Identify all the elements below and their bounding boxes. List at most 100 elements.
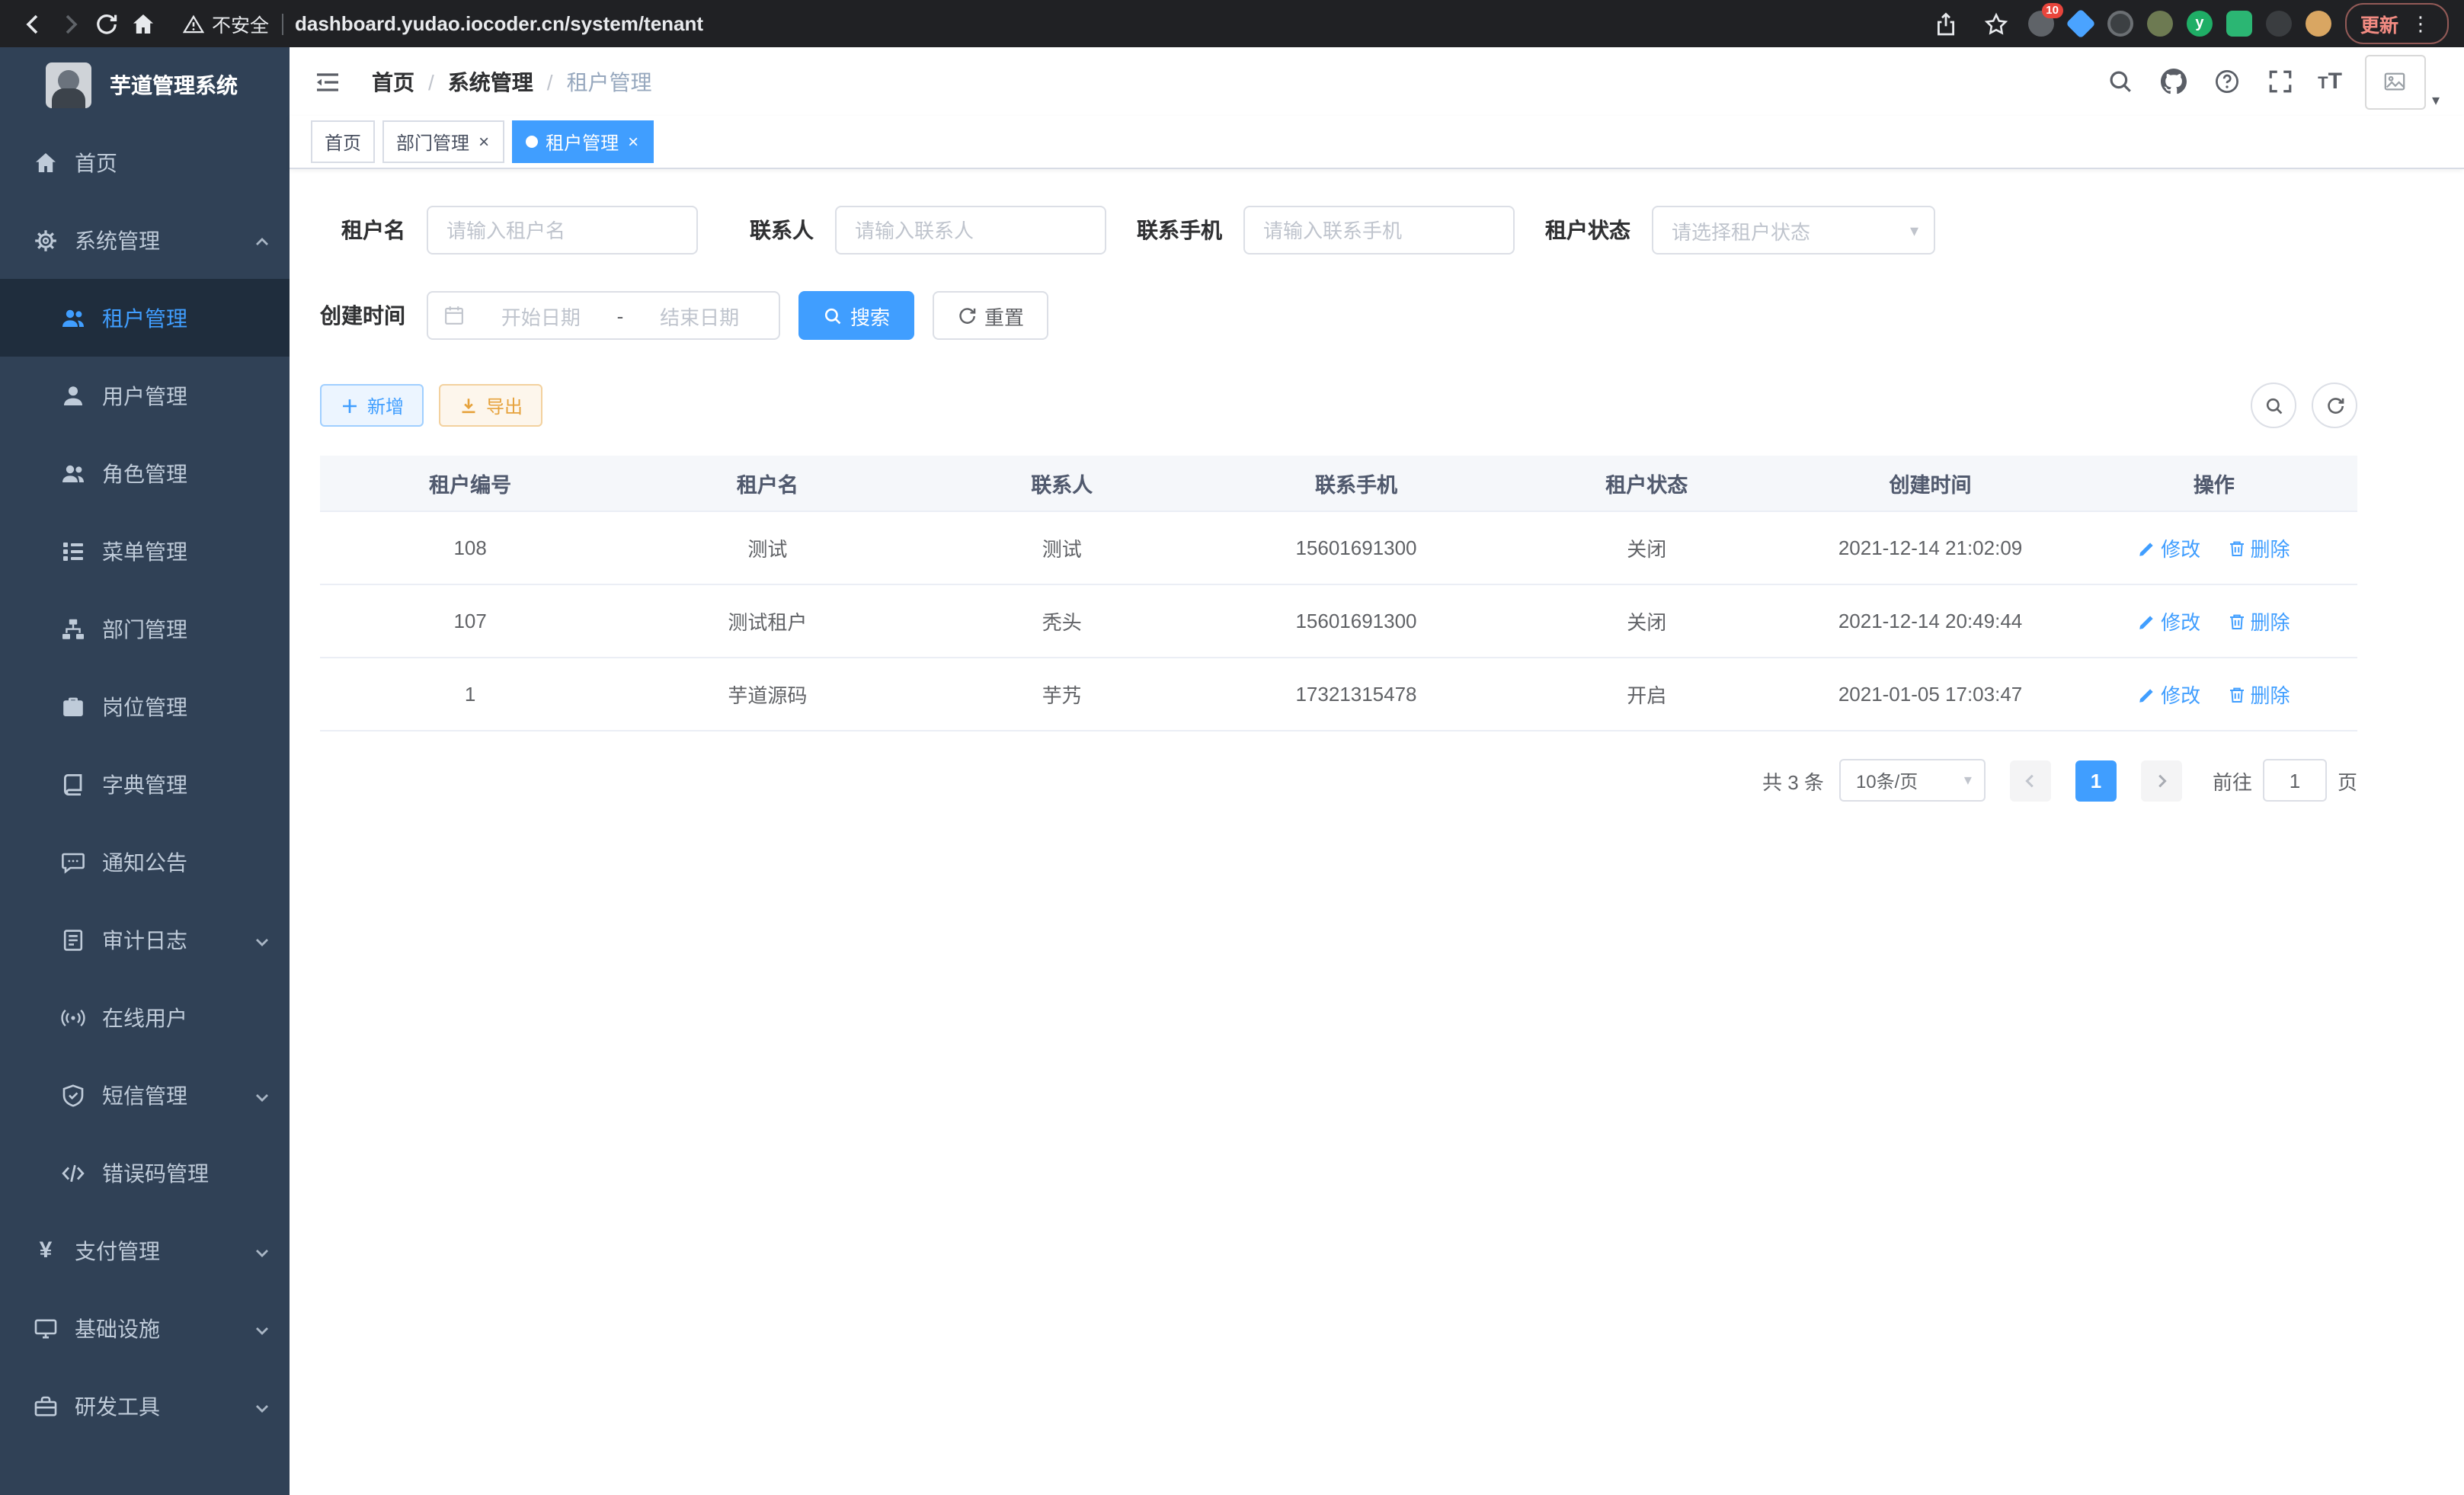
filter-mobile: 联系手机	[1137, 206, 1515, 255]
contact-input[interactable]	[835, 206, 1106, 255]
sidebar-item-sms[interactable]: 短信管理	[0, 1056, 290, 1134]
github-icon[interactable]	[2158, 66, 2188, 97]
cell-mobile: 15601691300	[1209, 584, 1503, 658]
goto-page-input[interactable]	[2263, 759, 2327, 802]
edit-icon	[2138, 612, 2156, 630]
extension-icon-1[interactable]: 10	[2028, 11, 2054, 37]
security-warning[interactable]: 不安全	[183, 9, 269, 38]
sidebar-item-role[interactable]: 角色管理	[0, 434, 290, 512]
add-button[interactable]: 新增	[320, 384, 424, 427]
cell-contact: 测试	[915, 511, 1209, 584]
search-icon[interactable]	[2104, 66, 2135, 97]
caret-down-icon: ▾	[2432, 94, 2440, 109]
cell-contact: 秃头	[915, 584, 1209, 658]
chevron-down-icon	[253, 1241, 271, 1260]
browser-update-button[interactable]: 更新 ⋮	[2345, 3, 2449, 44]
filter-row-1: 租户名 联系人 联系手机 租户状态 请选择租户状态	[320, 206, 2357, 255]
col-status: 租户状态	[1503, 456, 1790, 511]
app-logo[interactable]: 芋道管理系统	[0, 47, 290, 123]
prev-page-button[interactable]	[2010, 760, 2051, 801]
search-button[interactable]: 搜索	[798, 291, 914, 340]
edit-button[interactable]: 修改	[2138, 680, 2200, 709]
help-icon[interactable]	[2211, 66, 2242, 97]
user-menu[interactable]: ▾	[2365, 54, 2440, 109]
extension-icon-6[interactable]	[2226, 11, 2252, 37]
sidebar-item-menu[interactable]: 菜单管理	[0, 512, 290, 590]
sidebar-item-tenant[interactable]: 租户管理	[0, 279, 290, 357]
navbar: 首页 / 系统管理 / 租户管理	[290, 47, 2464, 116]
page-number-1[interactable]: 1	[2075, 760, 2117, 801]
update-label: 更新	[2360, 9, 2398, 38]
browser-back-icon[interactable]	[15, 5, 52, 42]
reset-button[interactable]: 重置	[933, 291, 1048, 340]
sidebar-item-post[interactable]: 岗位管理	[0, 667, 290, 745]
address-bar[interactable]: 不安全 dashboard.yudao.iocoder.cn/system/te…	[183, 9, 1906, 38]
sidebar-item-infrastructure[interactable]: 基础设施	[0, 1289, 290, 1367]
refresh-icon	[957, 306, 977, 325]
sidebar-item-error-code[interactable]: 错误码管理	[0, 1134, 290, 1212]
sidebar-collapse-button[interactable]	[311, 65, 344, 98]
edit-button[interactable]: 修改	[2138, 607, 2200, 635]
date-range-picker[interactable]: 开始日期 - 结束日期	[427, 291, 780, 340]
sidebar-item-dict[interactable]: 字典管理	[0, 745, 290, 823]
fullscreen-icon[interactable]	[2264, 66, 2295, 97]
bookmark-star-icon[interactable]	[1978, 5, 2014, 42]
delete-button[interactable]: 删除	[2227, 533, 2290, 562]
sidebar-item-home[interactable]: 首页	[0, 123, 290, 201]
status-select[interactable]: 请选择租户状态 ▾	[1652, 206, 1935, 255]
sidebar-item-payment[interactable]: ¥ 支付管理	[0, 1212, 290, 1289]
browser-home-icon[interactable]	[125, 5, 162, 42]
extension-icon-7[interactable]	[2266, 11, 2292, 37]
pagination: 共 3 条 10条/页 ▾ 1 前往 页	[320, 759, 2357, 802]
date-separator: -	[617, 304, 624, 327]
export-button[interactable]: 导出	[439, 384, 542, 427]
browser-menu-icon[interactable]: ⋮	[2408, 11, 2434, 36]
sidebar-item-online-users[interactable]: 在线用户	[0, 978, 290, 1056]
sidebar-item-user[interactable]: 用户管理	[0, 357, 290, 434]
next-page-button[interactable]	[2141, 760, 2182, 801]
extension-icon-8[interactable]	[2306, 11, 2331, 37]
font-size-icon[interactable]: TT	[2318, 69, 2342, 94]
divider	[281, 13, 283, 34]
breadcrumb-current: 租户管理	[567, 66, 652, 97]
plus-icon	[340, 395, 360, 415]
share-icon[interactable]	[1928, 5, 1964, 42]
sidebar-item-audit-log[interactable]: 审计日志	[0, 901, 290, 978]
tab-tenant[interactable]: 租户管理 ×	[512, 120, 654, 163]
url-text[interactable]: dashboard.yudao.iocoder.cn/system/tenant	[295, 12, 703, 35]
toggle-search-button[interactable]	[2251, 383, 2296, 428]
edit-icon	[2138, 685, 2156, 703]
sidebar-item-system[interactable]: 系统管理	[0, 201, 290, 279]
extension-icon-2[interactable]	[2066, 8, 2095, 38]
tenant-name-input[interactable]	[427, 206, 698, 255]
sidebar-item-notice[interactable]: 通知公告	[0, 823, 290, 901]
monitor-icon	[34, 1316, 58, 1340]
sidebar-item-dev-tools[interactable]: 研发工具	[0, 1367, 290, 1445]
col-contact: 联系人	[915, 456, 1209, 511]
browser-reload-icon[interactable]	[88, 5, 125, 42]
table-row: 107 测试租户 秃头 15601691300 关闭 2021-12-14 20…	[320, 584, 2357, 658]
delete-button[interactable]: 删除	[2227, 607, 2290, 635]
breadcrumb-separator: /	[547, 69, 553, 94]
tab-dept[interactable]: 部门管理 ×	[382, 120, 504, 163]
cell-status: 关闭	[1503, 511, 1790, 584]
edit-button[interactable]: 修改	[2138, 533, 2200, 562]
extension-icon-5[interactable]: y	[2187, 11, 2213, 37]
chevron-down-icon	[253, 1397, 271, 1415]
sidebar-item-dept[interactable]: 部门管理	[0, 590, 290, 667]
tab-home[interactable]: 首页	[311, 120, 375, 163]
table-toolbar: 新增 导出	[320, 383, 2357, 428]
breadcrumb-home[interactable]: 首页	[372, 66, 414, 97]
extension-icon-4[interactable]	[2147, 11, 2173, 37]
extension-badge: 10	[2041, 3, 2063, 18]
create-time-label: 创建时间	[320, 300, 405, 331]
breadcrumb-system[interactable]: 系统管理	[448, 66, 533, 97]
browser-forward-icon[interactable]	[52, 5, 88, 42]
mobile-input[interactable]	[1243, 206, 1515, 255]
page-size-select[interactable]: 10条/页 ▾	[1839, 759, 1986, 802]
extension-icon-3[interactable]	[2107, 11, 2133, 37]
close-icon[interactable]: ×	[626, 133, 640, 151]
delete-button[interactable]: 删除	[2227, 680, 2290, 709]
refresh-table-button[interactable]	[2312, 383, 2357, 428]
close-icon[interactable]: ×	[477, 133, 491, 151]
